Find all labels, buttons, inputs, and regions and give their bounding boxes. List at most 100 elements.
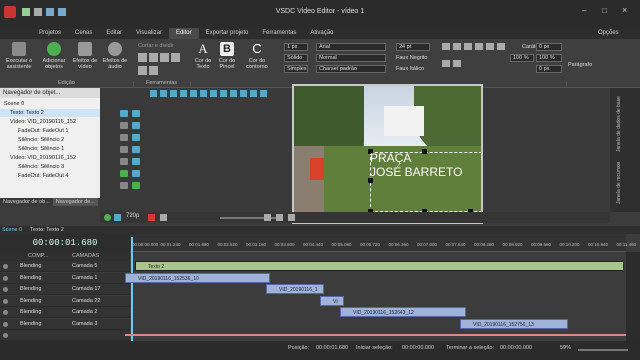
align-left-icon[interactable] [150, 90, 157, 97]
timeline-scrollbar[interactable] [626, 252, 640, 341]
track-label[interactable]: Blending Camada 17 [0, 284, 130, 295]
close-button[interactable]: × [622, 5, 627, 15]
paragraph-button[interactable]: Parágrafo [568, 62, 592, 68]
strike-icon[interactable] [497, 43, 505, 50]
char-spacing-input[interactable]: 0 px [536, 43, 562, 51]
font-select[interactable]: Arial [316, 43, 386, 51]
chart-tool-icon[interactable] [120, 158, 128, 165]
record-icon[interactable] [148, 214, 155, 221]
image-tool-icon[interactable] [132, 122, 140, 129]
scale-y-input[interactable]: 100 % [536, 54, 562, 62]
frame-forward-icon[interactable] [276, 214, 283, 221]
superscript-icon[interactable] [442, 59, 450, 67]
faux-bold-toggle[interactable]: Faux Negrito [396, 55, 428, 61]
minimize-button[interactable]: – [582, 6, 586, 15]
track-label[interactable]: Blending Camada 3 [0, 318, 130, 330]
options-menu[interactable]: Opções [598, 28, 619, 39]
tab-editor[interactable]: Editor [168, 28, 199, 39]
sprite-tool-icon[interactable] [120, 170, 128, 177]
tab-exportar[interactable]: Exportar projeto [199, 28, 256, 39]
volume-slider[interactable] [220, 217, 280, 219]
tab-navigator-2[interactable]: Navegador de... [52, 198, 98, 206]
audio-tool-icon[interactable] [120, 182, 128, 189]
blending-mode[interactable]: Blending [20, 273, 41, 284]
underline-icon[interactable] [486, 43, 494, 50]
wizard-button[interactable]: Executar o assistente [2, 42, 36, 70]
fullscreen-icon[interactable] [288, 214, 295, 221]
same-size-icon[interactable] [250, 90, 257, 97]
charset-select[interactable]: Charset padrão [316, 65, 386, 73]
redo-icon[interactable] [58, 8, 66, 16]
stop-icon[interactable] [160, 214, 167, 221]
tab-cenas[interactable]: Cenas [68, 28, 99, 39]
line-style-select[interactable]: Sólido [284, 54, 308, 62]
blending-mode[interactable]: Blending [20, 284, 41, 295]
video-clip[interactable]: VID_20190116_152536_10 [125, 272, 270, 283]
resolution-select[interactable]: 720p [126, 213, 139, 219]
blending-mode[interactable]: Blending [20, 261, 41, 272]
tree-item-silence[interactable]: Silêncio: Silêncio 2 [0, 136, 100, 144]
tab-ferramentas[interactable]: Ferramentas [255, 28, 303, 39]
tab-ativacao[interactable]: Ativação [303, 28, 340, 39]
pointer-icon[interactable] [120, 110, 128, 117]
video-effects-button[interactable]: Efeitos de vídeo [70, 42, 100, 70]
video-clip[interactable]: VID_20190116_152756_13 [460, 318, 568, 329]
video-preview[interactable]: PRAÇA JOSÉ BARRETO [292, 84, 483, 224]
text-tool-icon[interactable] [120, 122, 128, 129]
rotate-icon[interactable] [149, 53, 158, 62]
track-label[interactable]: Blending Camada 22 [0, 295, 130, 307]
audio-effects-button[interactable]: Efeitos de áudio [100, 42, 130, 70]
align-hcenter-icon[interactable] [160, 90, 167, 97]
save-icon[interactable] [22, 8, 30, 16]
resize-handle[interactable] [422, 149, 427, 154]
align-vcenter-icon[interactable] [190, 90, 197, 97]
blending-mode[interactable]: Blending [20, 296, 41, 307]
loop-icon[interactable] [114, 214, 121, 221]
brush-color-button[interactable]: B Cor do Pincel [216, 42, 238, 70]
play-icon[interactable] [104, 214, 111, 221]
same-height-icon[interactable] [240, 90, 247, 97]
align-center-icon[interactable] [453, 43, 461, 50]
video-clip[interactable]: VID_20190116_1 [266, 284, 324, 294]
outline-color-button[interactable]: C Cor do contorno [242, 42, 272, 71]
curve-tool-icon[interactable] [132, 146, 140, 153]
frame-back-icon[interactable] [264, 214, 271, 221]
layers-icon[interactable] [138, 66, 147, 75]
add-objects-button[interactable]: Adicionar objetos [38, 42, 70, 70]
tree-item-scene[interactable]: Scene 0 [0, 100, 100, 108]
align-top-icon[interactable] [180, 90, 187, 97]
visibility-icon[interactable] [3, 275, 8, 281]
visibility-icon[interactable] [3, 264, 8, 269]
fill-style-select[interactable]: Simples [284, 65, 308, 73]
align-right-icon[interactable] [464, 43, 472, 50]
maximize-button[interactable]: □ [602, 6, 607, 15]
line-width-select[interactable]: 1 px [284, 43, 308, 51]
track-label[interactable]: Blending Camada 1 [0, 272, 130, 284]
tree-item-video[interactable]: Vídeo: VID_20190116_152 [0, 118, 100, 126]
undo-icon[interactable] [46, 8, 54, 16]
open-icon[interactable] [34, 8, 42, 16]
track-label[interactable] [0, 330, 130, 341]
tab-base-data-window[interactable]: Janela de dados de base [616, 94, 634, 154]
animation-tool-icon[interactable] [132, 158, 140, 165]
subscript-icon[interactable] [453, 59, 461, 67]
track-label[interactable]: Blending Camada 5 [0, 261, 130, 272]
tab-visualizar[interactable]: Visualizar [129, 28, 169, 39]
visibility-icon[interactable] [3, 287, 8, 292]
baseline-input[interactable]: 0 px [536, 65, 562, 73]
tab-scene-0[interactable]: Scene 0 [2, 226, 22, 234]
cut-split-button[interactable]: Cortar e dividir [138, 43, 174, 49]
scale-x-input[interactable]: 100 % [510, 54, 534, 62]
distribute-v-icon[interactable] [220, 90, 227, 97]
align-bottom-icon[interactable] [200, 90, 207, 97]
video-tool-icon[interactable] [132, 182, 140, 189]
tab-object-navigator[interactable]: Navegador de ob... [0, 198, 53, 206]
hand-icon[interactable] [132, 110, 140, 117]
align-icon[interactable] [149, 66, 158, 75]
video-clip[interactable]: VID_20190116_152643_12 [340, 307, 466, 317]
blending-mode[interactable]: Blending [20, 307, 41, 318]
visibility-icon[interactable] [3, 298, 8, 304]
crop-icon[interactable] [138, 53, 147, 62]
same-width-icon[interactable] [230, 90, 237, 97]
line-tool-icon[interactable] [120, 146, 128, 153]
